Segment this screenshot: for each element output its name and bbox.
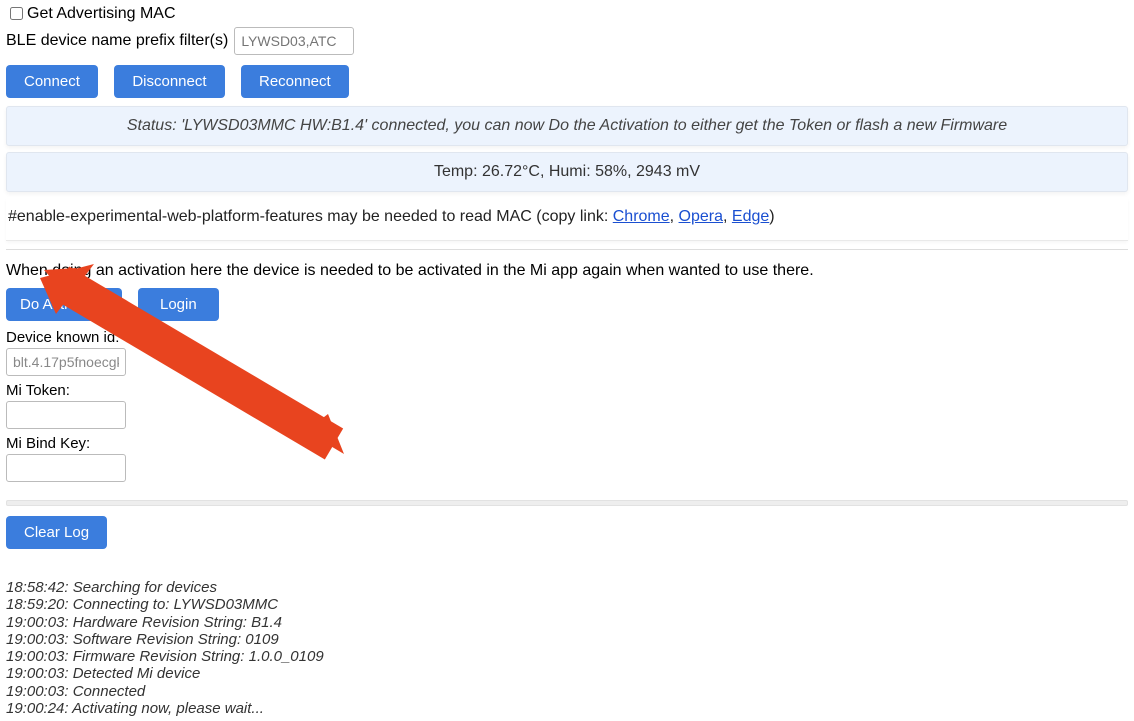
device-id-input[interactable] <box>6 348 126 376</box>
disconnect-button[interactable]: Disconnect <box>114 65 224 98</box>
log-entry: 18:59:20: Connecting to: LYWSD03MMC <box>6 596 1128 613</box>
mac-note-suffix: ) <box>769 208 774 225</box>
link-edge[interactable]: Edge <box>732 208 769 225</box>
mi-token-input[interactable] <box>6 401 126 429</box>
filter-label: BLE device name prefix filter(s) <box>6 32 228 50</box>
mi-bind-key-input[interactable] <box>6 454 126 482</box>
status-panel: Status: 'LYWSD03MMC HW:B1.4' connected, … <box>6 106 1128 146</box>
log-entry: 19:00:03: Hardware Revision String: B1.4 <box>6 614 1128 631</box>
readings-panel: Temp: 26.72°C, Humi: 58%, 2943 mV <box>6 152 1128 192</box>
device-id-label: Device known id: <box>6 329 1128 346</box>
mi-token-label: Mi Token: <box>6 382 1128 399</box>
divider <box>6 500 1128 506</box>
readings-text: Temp: 26.72°C, Humi: 58%, 2943 mV <box>434 163 700 180</box>
log-entry: 19:00:24: Activating now, please wait... <box>6 700 1128 717</box>
link-opera[interactable]: Opera <box>679 208 723 225</box>
divider <box>6 249 1128 250</box>
mac-info-panel: #enable-experimental-web-platform-featur… <box>6 198 1128 241</box>
connect-button[interactable]: Connect <box>6 65 98 98</box>
reconnect-button[interactable]: Reconnect <box>241 65 349 98</box>
get-advertising-mac-label: Get Advertising MAC <box>27 5 176 23</box>
log-area: 18:58:42: Searching for devices18:59:20:… <box>6 579 1128 717</box>
log-entry: 19:00:03: Detected Mi device <box>6 665 1128 682</box>
clear-log-button[interactable]: Clear Log <box>6 516 107 549</box>
activation-note: When doing an activation here the device… <box>6 262 1128 280</box>
link-chrome[interactable]: Chrome <box>613 208 670 225</box>
status-message: Status: 'LYWSD03MMC HW:B1.4' connected, … <box>127 117 1007 134</box>
mac-note-prefix: #enable-experimental-web-platform-featur… <box>8 208 613 225</box>
mi-bind-key-label: Mi Bind Key: <box>6 435 1128 452</box>
get-advertising-mac-checkbox[interactable] <box>10 7 23 20</box>
do-activation-button[interactable]: Do Activation <box>6 288 122 321</box>
log-entry: 19:00:03: Software Revision String: 0109 <box>6 631 1128 648</box>
filter-input[interactable] <box>234 27 354 55</box>
log-entry: 19:00:03: Connected <box>6 683 1128 700</box>
log-entry: 18:58:42: Searching for devices <box>6 579 1128 596</box>
log-entry: 19:00:03: Firmware Revision String: 1.0.… <box>6 648 1128 665</box>
login-button[interactable]: Login <box>138 288 219 321</box>
